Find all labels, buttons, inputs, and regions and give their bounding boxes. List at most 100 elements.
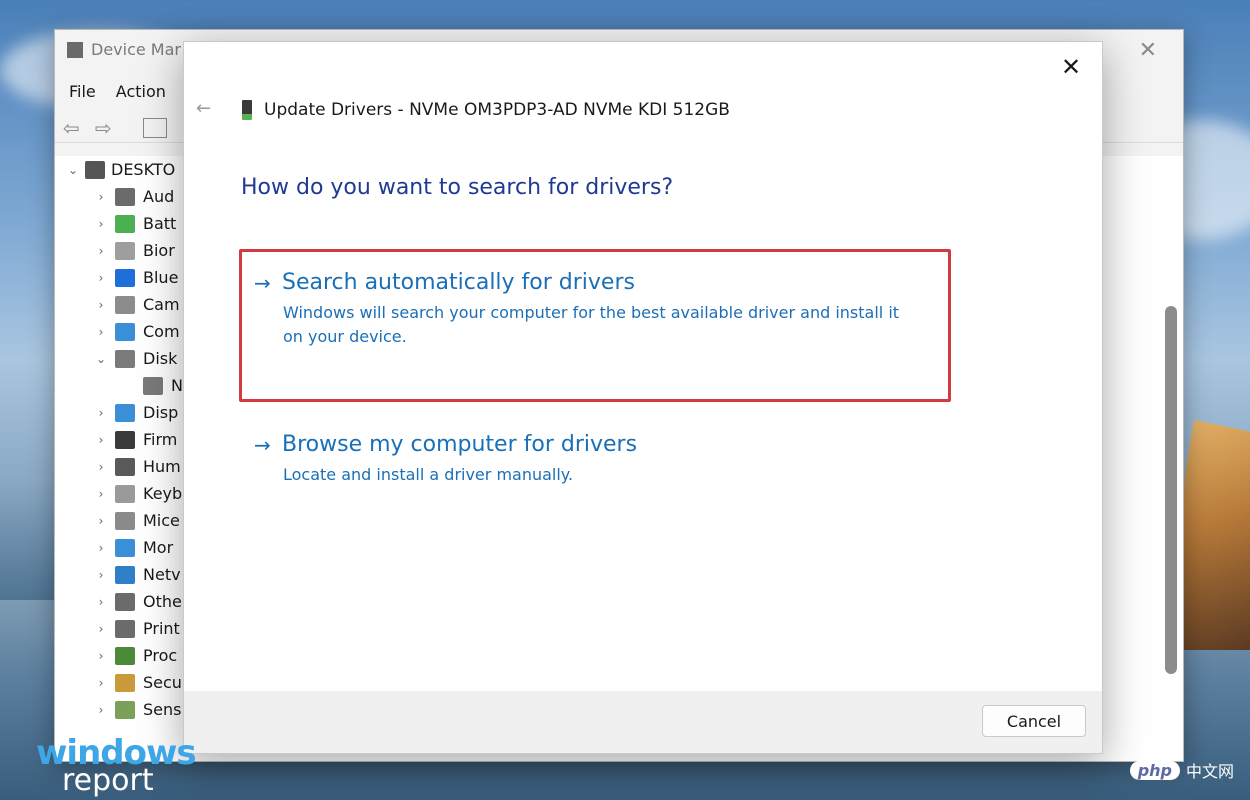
cancel-button[interactable]: Cancel [982, 705, 1086, 737]
chevron-right-icon[interactable]: › [95, 676, 107, 690]
tree-item[interactable]: › Aud [95, 187, 175, 206]
dialog-close-icon[interactable]: ✕ [1056, 52, 1086, 82]
chevron-right-icon[interactable]: › [95, 298, 107, 312]
option-title-text[interactable]: Browse my computer for drivers [282, 432, 637, 457]
tree-item-label: Netv [143, 565, 181, 584]
tree-item-label: Mice [143, 511, 180, 530]
device-category-icon [115, 484, 135, 503]
tree-item[interactable]: ⌄ Disk [95, 349, 177, 368]
tree-item-label: Bior [143, 241, 175, 260]
chevron-right-icon[interactable]: › [95, 406, 107, 420]
tree-item-label: Disp [143, 403, 179, 422]
device-category-icon [115, 673, 135, 692]
tree-item[interactable]: › Firm [95, 430, 178, 449]
option-title[interactable]: → Browse my computer for drivers [254, 432, 934, 457]
chevron-right-icon[interactable]: › [95, 217, 107, 231]
chevron-down-icon[interactable]: ⌄ [67, 163, 79, 177]
chevron-right-icon[interactable]: › [95, 514, 107, 528]
tree-item[interactable]: › Netv [95, 565, 181, 584]
tree-item[interactable]: › Proc [95, 646, 178, 665]
chevron-right-icon[interactable]: › [95, 244, 107, 258]
device-category-icon [115, 430, 135, 449]
dialog-back-icon[interactable]: ← [196, 98, 211, 119]
forward-arrow-icon[interactable]: ⇨ [95, 116, 112, 140]
menu-action[interactable]: Action [116, 82, 166, 101]
chevron-right-icon[interactable]: › [95, 541, 107, 555]
device-category-icon [115, 592, 135, 611]
tree-item[interactable]: › Mor [95, 538, 174, 557]
tree-item[interactable]: › Print [95, 619, 180, 638]
tree-item[interactable]: › Bior [95, 241, 175, 260]
chevron-right-icon[interactable]: › [95, 487, 107, 501]
tree-item[interactable]: › Secu [95, 673, 182, 692]
computer-icon [85, 160, 105, 179]
tree-item[interactable]: › Cam [95, 295, 180, 314]
chevron-right-icon[interactable]: › [95, 595, 107, 609]
device-category-icon [115, 700, 135, 719]
tree-item[interactable]: › Com [95, 322, 180, 341]
arrow-right-icon: → [254, 270, 271, 295]
tree-item[interactable]: › Batt [95, 214, 177, 233]
tree-item[interactable]: › Blue [95, 268, 179, 287]
properties-icon[interactable] [143, 118, 167, 138]
device-manager-close-icon[interactable]: ✕ [1139, 38, 1157, 63]
tree-item-label: Mor [143, 538, 174, 557]
tree-scrollbar[interactable] [1165, 306, 1177, 674]
dialog-header: Update Drivers - NVMe OM3PDP3-AD NVMe KD… [242, 100, 730, 120]
menu-file[interactable]: File [69, 82, 96, 101]
tree-item-label: Com [143, 322, 180, 341]
php-logo: php [1129, 760, 1180, 780]
chevron-right-icon[interactable]: › [95, 568, 107, 582]
tree-item-label: Cam [143, 295, 180, 314]
chevron-down-icon[interactable]: ⌄ [95, 352, 107, 366]
browse-computer-option[interactable]: → Browse my computer for drivers Locate … [254, 432, 934, 487]
tree-root[interactable]: ⌄ DESKTO [67, 160, 175, 179]
update-drivers-dialog: ✕ ← Update Drivers - NVMe OM3PDP3-AD NVM… [183, 41, 1103, 754]
tree-item-label: Firm [143, 430, 178, 449]
tree-item-label: Disk [143, 349, 178, 368]
option-title[interactable]: → Search automatically for drivers [254, 270, 934, 295]
chevron-right-icon[interactable]: › [95, 271, 107, 285]
dialog-header-text: Update Drivers - NVMe OM3PDP3-AD NVMe KD… [264, 100, 730, 120]
tree-item[interactable]: › Disp [95, 403, 179, 422]
tree-item[interactable]: › Keyb [95, 484, 183, 503]
device-category-icon [115, 511, 135, 530]
page-title: How do you want to search for drivers? [241, 175, 674, 200]
tree-item[interactable]: › Hum [95, 457, 181, 476]
tree-item-label: Secu [143, 673, 182, 692]
tree-item[interactable]: N [123, 376, 183, 395]
chevron-right-icon[interactable]: › [95, 325, 107, 339]
device-category-icon [115, 241, 135, 260]
device-manager-title-text: Device Mar [91, 40, 181, 59]
chevron-right-icon[interactable]: › [95, 433, 107, 447]
windows-report-logo: windows report [36, 736, 197, 796]
arrow-right-icon: → [254, 432, 271, 457]
back-arrow-icon[interactable]: ⇦ [63, 116, 80, 140]
tree-item[interactable]: › Sens [95, 700, 182, 719]
chevron-right-icon[interactable]: › [95, 703, 107, 717]
device-category-icon [115, 268, 135, 287]
php-watermark: php 中文网 [1129, 758, 1234, 782]
device-category-icon [115, 295, 135, 314]
device-category-icon [115, 187, 135, 206]
device-category-icon [115, 538, 135, 557]
tree-item-label: Sens [143, 700, 182, 719]
option-title-text[interactable]: Search automatically for drivers [282, 270, 635, 295]
device-category-icon [143, 376, 163, 395]
chevron-right-icon[interactable]: › [95, 190, 107, 204]
tree-item[interactable]: › Othe [95, 592, 182, 611]
drive-icon [242, 100, 252, 120]
chevron-right-icon[interactable]: › [95, 649, 107, 663]
tree-item[interactable]: › Mice [95, 511, 180, 530]
device-category-icon [115, 403, 135, 422]
search-automatically-option[interactable]: → Search automatically for drivers Windo… [254, 270, 934, 349]
php-text: 中文网 [1185, 762, 1234, 781]
dialog-footer: Cancel [184, 691, 1102, 753]
tree-item-label: Othe [143, 592, 182, 611]
device-manager-title: Device Mar [67, 40, 181, 59]
device-category-icon [115, 457, 135, 476]
chevron-right-icon[interactable]: › [95, 460, 107, 474]
chevron-right-icon[interactable]: › [95, 622, 107, 636]
tree-item-label: Batt [143, 214, 177, 233]
tree-item-label: Hum [143, 457, 181, 476]
